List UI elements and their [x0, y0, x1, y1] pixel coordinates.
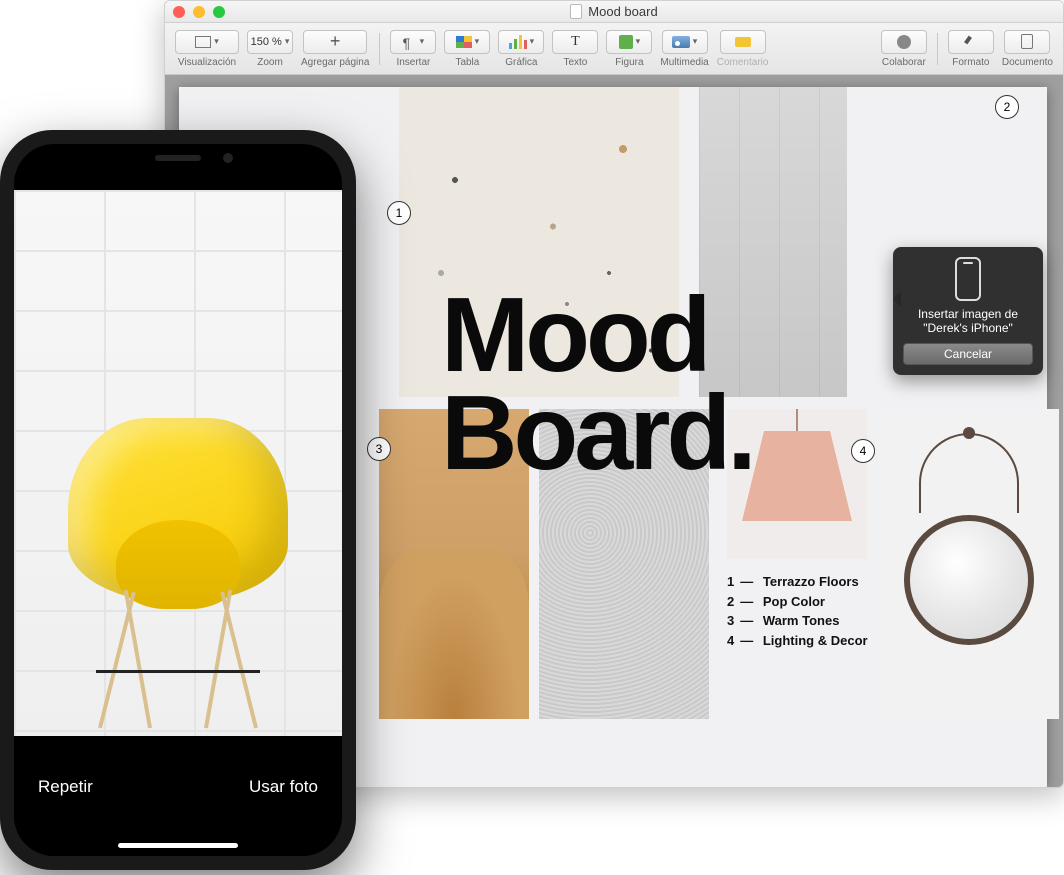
headline-line-2: Board.: [441, 385, 753, 483]
retake-label: Repetir: [38, 777, 93, 796]
add-page-label: Agregar página: [301, 57, 369, 68]
shape-icon: [619, 35, 633, 49]
iphone-screen: Repetir Usar foto: [14, 144, 342, 856]
media-label: Multimedia: [660, 57, 708, 68]
zoom-label: Zoom: [257, 57, 283, 68]
view-label: Visualización: [178, 57, 236, 68]
popover-line-1: Insertar imagen de: [903, 307, 1033, 321]
media-icon: [672, 36, 690, 48]
comment-label: Comentario: [717, 57, 769, 68]
view-button[interactable]: ▾ Visualización: [171, 28, 243, 70]
callout-3: 3: [367, 437, 391, 461]
legend-num: 1: [727, 574, 734, 589]
legend-row: 3— Warm Tones: [727, 611, 868, 631]
continuity-camera-popover: Insertar imagen de "Derek's iPhone" Canc…: [893, 247, 1043, 375]
media-button[interactable]: ▾ Multimedia: [656, 28, 712, 70]
insert-button[interactable]: ▾ Insertar: [386, 28, 440, 70]
camera-viewfinder[interactable]: [14, 190, 342, 736]
person-icon: [897, 35, 911, 49]
legend-label: Pop Color: [763, 594, 825, 609]
chart-label: Gráfica: [505, 57, 537, 68]
camera-photo-yellow-chair: [58, 398, 298, 728]
zoom-value: 150 %: [251, 36, 282, 48]
brush-icon: [963, 34, 979, 50]
table-button[interactable]: ▾ Tabla: [440, 28, 494, 70]
callout-4: 4: [851, 439, 875, 463]
toolbar-separator-2: [937, 33, 938, 65]
legend-label: Terrazzo Floors: [763, 574, 859, 589]
legend-row: 1— Terrazzo Floors: [727, 572, 868, 592]
legend-num: 4: [727, 633, 734, 648]
legend-row: 2— Pop Color: [727, 592, 868, 612]
text-label: Texto: [563, 57, 587, 68]
legend-label: Warm Tones: [763, 613, 840, 628]
collaborate-label: Colaborar: [882, 57, 926, 68]
popover-line-2: "Derek's iPhone": [903, 321, 1033, 335]
toolbar-separator: [379, 33, 380, 65]
callout-1: 1: [387, 201, 411, 225]
legend[interactable]: 1— Terrazzo Floors 2— Pop Color 3— Warm …: [727, 572, 868, 650]
format-button[interactable]: Formato: [944, 28, 998, 70]
headline[interactable]: Mood Board.: [441, 287, 753, 482]
shape-label: Figura: [615, 57, 643, 68]
view-icon: [195, 36, 211, 48]
headline-line-1: Mood: [441, 287, 753, 385]
toolbar: ▾ Visualización 150 %▾ Zoom Agregar pági…: [165, 23, 1063, 75]
camera-bottom-bar: Repetir Usar foto: [14, 736, 342, 856]
legend-num: 3: [727, 613, 734, 628]
popover-cancel-label: Cancelar: [944, 347, 992, 361]
window-title: Mood board: [165, 4, 1063, 19]
popover-cancel-button[interactable]: Cancelar: [903, 343, 1033, 365]
legend-num: 2: [727, 594, 734, 609]
legend-label: Lighting & Decor: [763, 633, 868, 648]
chart-icon: [509, 35, 527, 49]
callout-2: 2: [995, 95, 1019, 119]
image-round-mirror[interactable]: [879, 409, 1059, 719]
table-label: Tabla: [455, 57, 479, 68]
text-icon: [571, 34, 580, 50]
window-titlebar: Mood board: [165, 1, 1063, 23]
use-photo-label: Usar foto: [249, 777, 318, 796]
format-label: Formato: [952, 57, 989, 68]
zoom-button[interactable]: 150 %▾ Zoom: [243, 28, 297, 70]
iphone-device: Repetir Usar foto: [0, 130, 356, 870]
phone-outline-icon: [955, 257, 981, 301]
shape-button[interactable]: ▾ Figura: [602, 28, 656, 70]
use-photo-button[interactable]: Usar foto: [249, 777, 318, 797]
collaborate-button[interactable]: Colaborar: [877, 28, 931, 70]
iphone-notch: [93, 144, 263, 172]
document-button[interactable]: Documento: [998, 28, 1057, 70]
legend-row: 4— Lighting & Decor: [727, 631, 868, 651]
chart-button[interactable]: ▾ Gráfica: [494, 28, 548, 70]
comment-button[interactable]: Comentario: [713, 28, 773, 70]
text-button[interactable]: Texto: [548, 28, 602, 70]
window-title-text: Mood board: [588, 4, 657, 19]
insert-label: Insertar: [396, 57, 430, 68]
document-icon: [570, 4, 582, 19]
table-icon: [456, 36, 472, 48]
comment-icon: [735, 37, 751, 47]
plus-icon: [330, 31, 341, 52]
add-page-button[interactable]: Agregar página: [297, 28, 373, 70]
document-panel-icon: [1021, 34, 1033, 49]
paragraph-icon: [403, 35, 417, 49]
document-label: Documento: [1002, 57, 1053, 68]
home-indicator[interactable]: [118, 843, 238, 848]
retake-button[interactable]: Repetir: [38, 777, 93, 797]
